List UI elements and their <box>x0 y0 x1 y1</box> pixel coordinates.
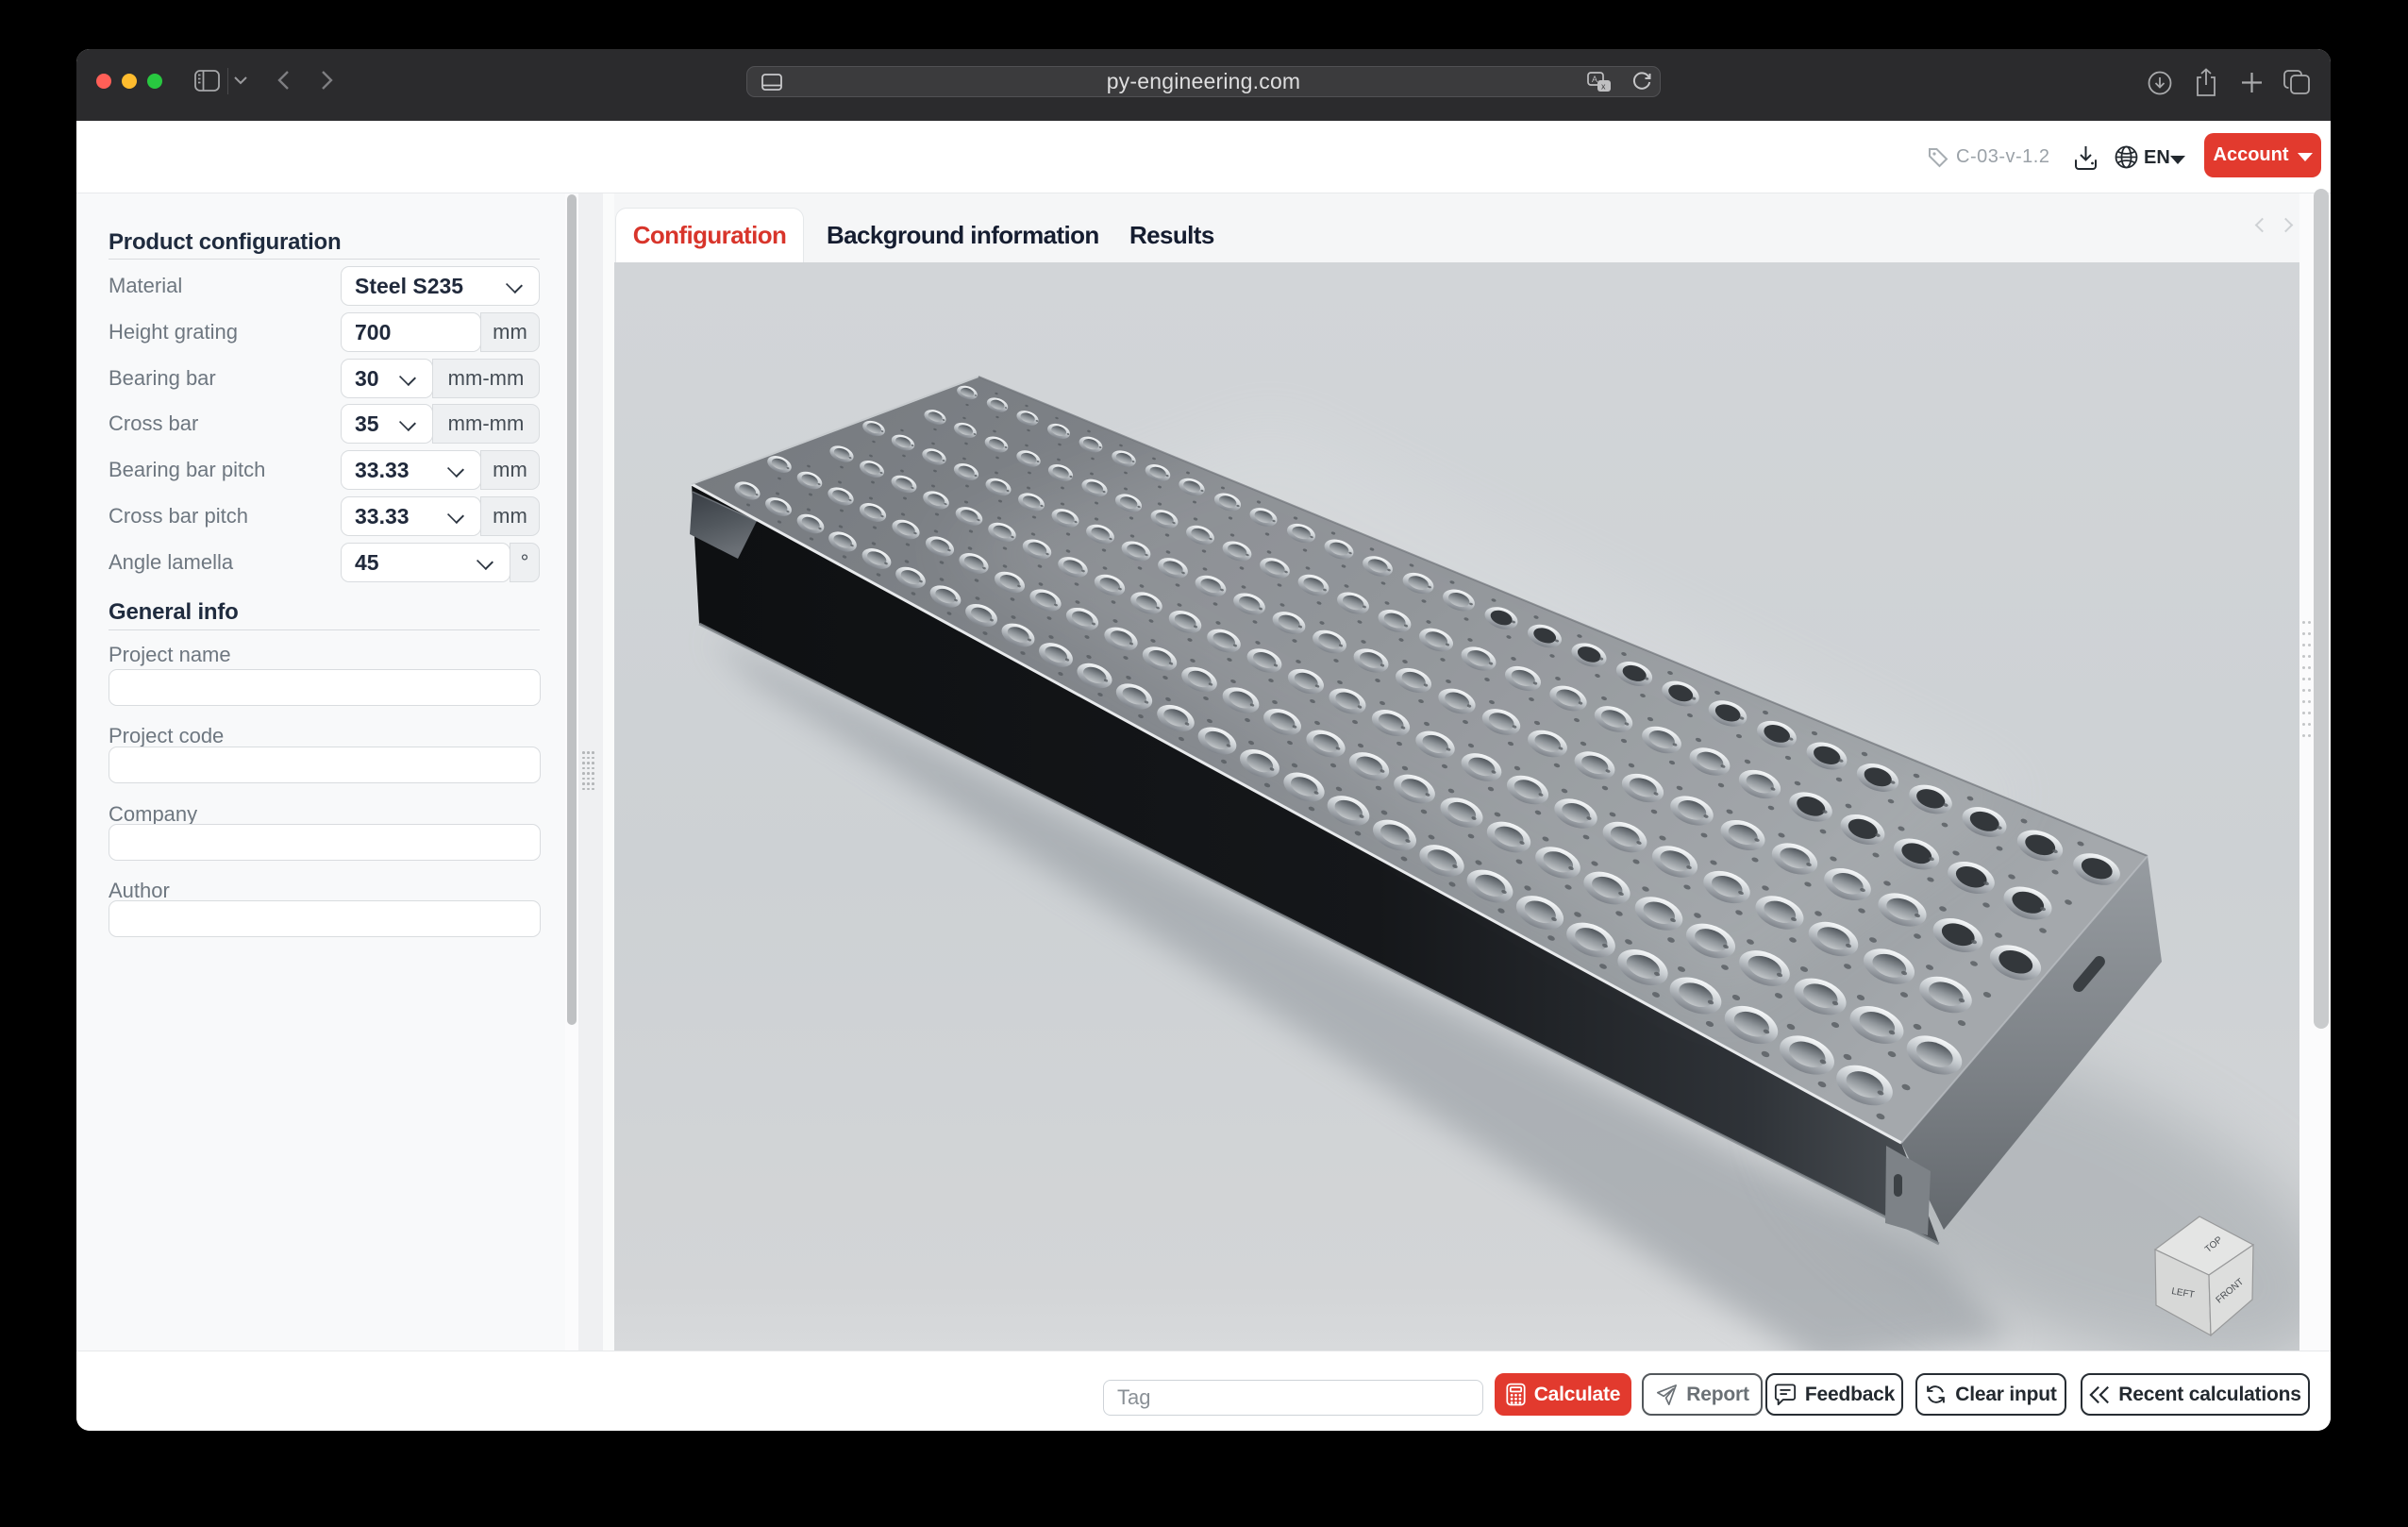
svg-text:x: x <box>1601 82 1606 92</box>
svg-text:A: A <box>1592 75 1597 84</box>
